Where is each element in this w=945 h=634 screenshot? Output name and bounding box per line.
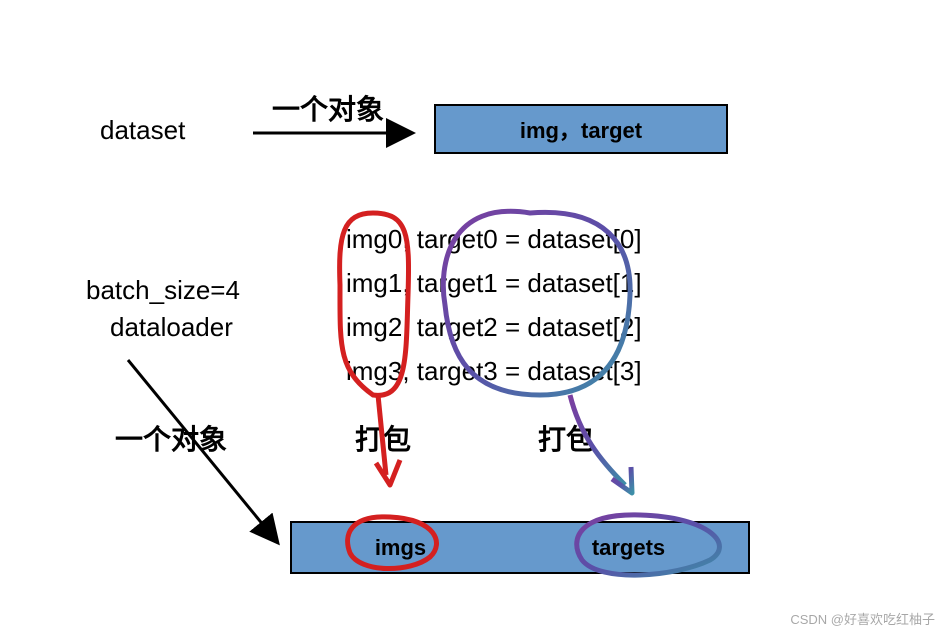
dataset-arrow-icon <box>248 118 428 148</box>
dataloader-label: dataloader <box>110 312 233 343</box>
purple-targets-outline <box>560 505 740 590</box>
dataset-output-box: img，target <box>434 104 728 154</box>
watermark-text: CSDN @好喜欢吃红柚子 <box>790 609 935 628</box>
dataset-output-text: img，target <box>520 113 642 145</box>
dataloader-arrow-icon <box>118 355 318 565</box>
purple-group-outline <box>420 195 670 555</box>
red-imgs-outline <box>335 505 455 585</box>
dataset-label: dataset <box>100 115 185 146</box>
batch-size-label: batch_size=4 <box>86 275 240 306</box>
